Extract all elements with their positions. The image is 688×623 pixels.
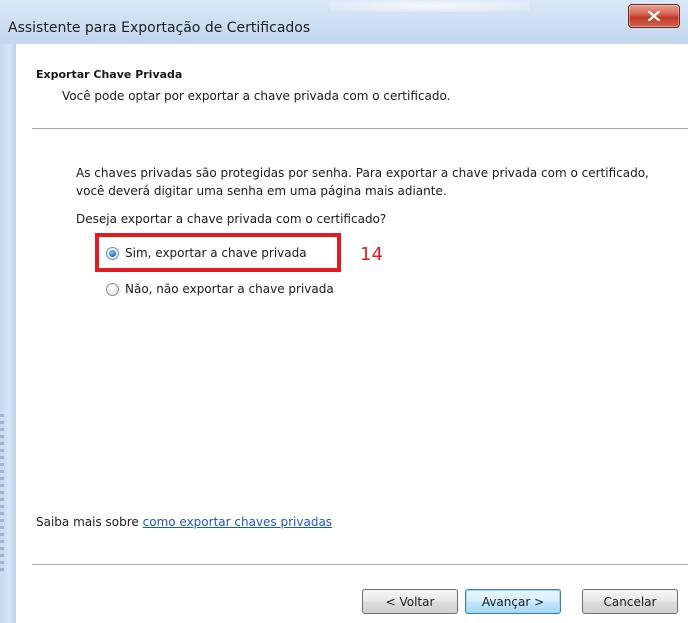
learn-more-line: Saiba mais sobre como exportar chaves pr… [36,515,332,529]
wizard-content: Exportar Chave Privada Você pode optar p… [16,44,688,623]
close-button[interactable] [628,4,680,28]
window-title: Assistente para Exportação de Certificad… [8,20,311,36]
question-label: Deseja exportar a chave privada com o ce… [76,212,387,226]
titlebar-glare [330,0,530,12]
description-text: As chaves privadas são protegidas por se… [76,166,649,198]
cancel-button[interactable]: Cancelar [582,589,678,614]
footer-divider [32,564,688,566]
window-left-border [0,44,16,623]
learn-more-link[interactable]: como exportar chaves privadas [143,515,332,529]
radio-option-no[interactable]: Não, não exportar a chave privada [106,282,334,296]
annotation-highlight-box [95,233,341,272]
next-button[interactable]: Avançar > [465,589,561,614]
radio-label-no[interactable]: Não, não exportar a chave privada [125,282,334,296]
border-pattern [0,414,4,574]
radio-button-unchecked[interactable] [106,282,119,296]
annotation-number: 14 [360,244,383,265]
wizard-header: Exportar Chave Privada Você pode optar p… [16,44,688,128]
close-icon [648,11,660,21]
header-divider [32,128,688,130]
page-title: Exportar Chave Privada [36,68,183,81]
page-subtitle: Você pode optar por exportar a chave pri… [62,89,451,103]
back-button[interactable]: < Voltar [362,589,458,614]
learn-more-prefix: Saiba mais sobre [36,515,143,529]
title-bar: Assistente para Exportação de Certificad… [0,0,688,44]
